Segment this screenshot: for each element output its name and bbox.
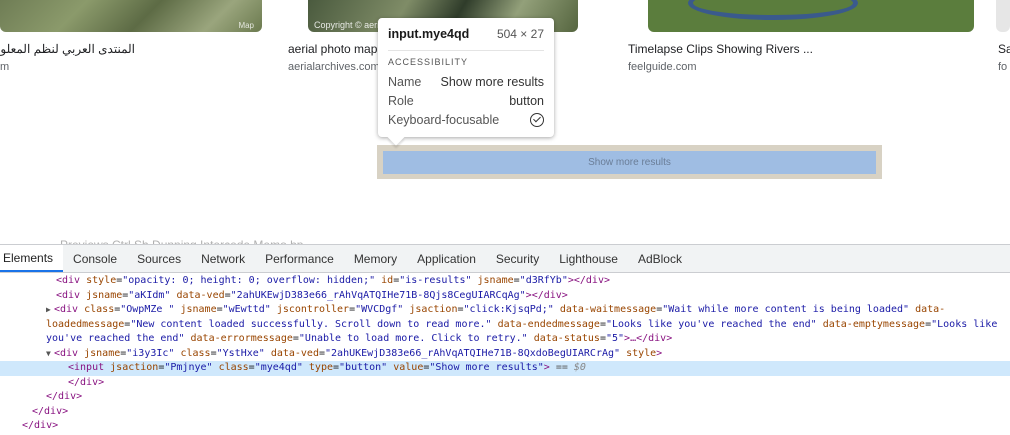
- devtools-panel: Elements Console Sources Network Perform…: [0, 244, 1010, 435]
- tooltip-dimensions: 504 × 27: [496, 27, 544, 41]
- result-site: aerialarchives.com: [288, 61, 380, 73]
- thumbnail-caption: Map: [238, 21, 254, 30]
- tooltip-name-value: Show more results: [440, 74, 544, 89]
- river-shape: [688, 0, 858, 20]
- tooltip-element-tag: input.mye4qd: [388, 27, 470, 41]
- dom-node-selected[interactable]: <input jsaction="Pmjnye" class="mye4qd" …: [0, 361, 1010, 376]
- inspect-tooltip: input.mye4qd 504 × 27 ACCESSIBILITY Name…: [378, 18, 554, 137]
- result-title[interactable]: Sa: [998, 42, 1010, 56]
- collapse-arrow-icon[interactable]: ▼: [46, 347, 54, 362]
- tab-console[interactable]: Console: [63, 245, 127, 272]
- result-thumbnail[interactable]: [648, 0, 974, 32]
- check-circle-icon: [530, 112, 544, 127]
- thumbnail-credit: Copyright © aeri: [314, 20, 380, 30]
- result-site: feelguide.com: [628, 61, 697, 73]
- dom-node-close[interactable]: </div>: [0, 405, 1010, 420]
- result-thumbnail[interactable]: Map: [0, 0, 262, 32]
- tooltip-focusable-row: Keyboard-focusable: [388, 110, 544, 129]
- tooltip-divider: [388, 50, 544, 51]
- tooltip-role-value: button: [509, 93, 544, 108]
- dom-node-close[interactable]: </div>: [0, 376, 1010, 391]
- result-site: fo: [998, 61, 1008, 73]
- element-highlight-overlay: Show more results: [377, 145, 882, 179]
- result-site: m: [0, 61, 10, 73]
- result-title[interactable]: المنتدى العربي لنظم المعلو: [0, 42, 135, 56]
- result-title[interactable]: Timelapse Clips Showing Rivers ...: [628, 42, 813, 56]
- dom-node-close[interactable]: </div>: [0, 390, 1010, 405]
- dom-node[interactable]: ▶ <div class="OwpMZe " jsname="wEwttd" js…: [0, 303, 1010, 347]
- tab-elements[interactable]: Elements: [0, 245, 64, 272]
- tab-sources[interactable]: Sources: [127, 245, 191, 272]
- tooltip-name-key: Name: [388, 74, 422, 89]
- tab-performance[interactable]: Performance: [255, 245, 344, 272]
- dom-node-close[interactable]: </div>: [0, 419, 1010, 434]
- tab-memory[interactable]: Memory: [344, 245, 407, 272]
- tab-security[interactable]: Security: [486, 245, 549, 272]
- tooltip-name-row: Name Show more results: [388, 72, 544, 91]
- result-title[interactable]: aerial photo map: [288, 42, 377, 56]
- dom-node[interactable]: ▼ <div jsname="i3y3Ic" class="YstHxe" dat…: [0, 347, 1010, 362]
- dom-node[interactable]: <div style="opacity: 0; height: 0; overf…: [0, 274, 1010, 289]
- tab-adblock[interactable]: AdBlock: [628, 245, 692, 272]
- tooltip-role-key: Role: [388, 93, 414, 108]
- tooltip-focusable-key: Keyboard-focusable: [388, 112, 500, 127]
- dom-node[interactable]: <div jsname="aKIdm" data-ved="2ahUKEwjD3…: [0, 289, 1010, 304]
- expand-arrow-icon[interactable]: ▶: [46, 303, 54, 318]
- tooltip-role-row: Role button: [388, 91, 544, 110]
- tab-lighthouse[interactable]: Lighthouse: [549, 245, 628, 272]
- tab-network[interactable]: Network: [191, 245, 255, 272]
- tab-application[interactable]: Application: [407, 245, 486, 272]
- result-thumbnail[interactable]: [996, 0, 1010, 32]
- tooltip-section-title: ACCESSIBILITY: [388, 57, 469, 67]
- dom-tree: <div style="opacity: 0; height: 0; overf…: [0, 273, 1010, 434]
- show-more-results-button[interactable]: Show more results: [383, 151, 876, 174]
- devtools-tab-bar: Elements Console Sources Network Perform…: [0, 245, 1010, 273]
